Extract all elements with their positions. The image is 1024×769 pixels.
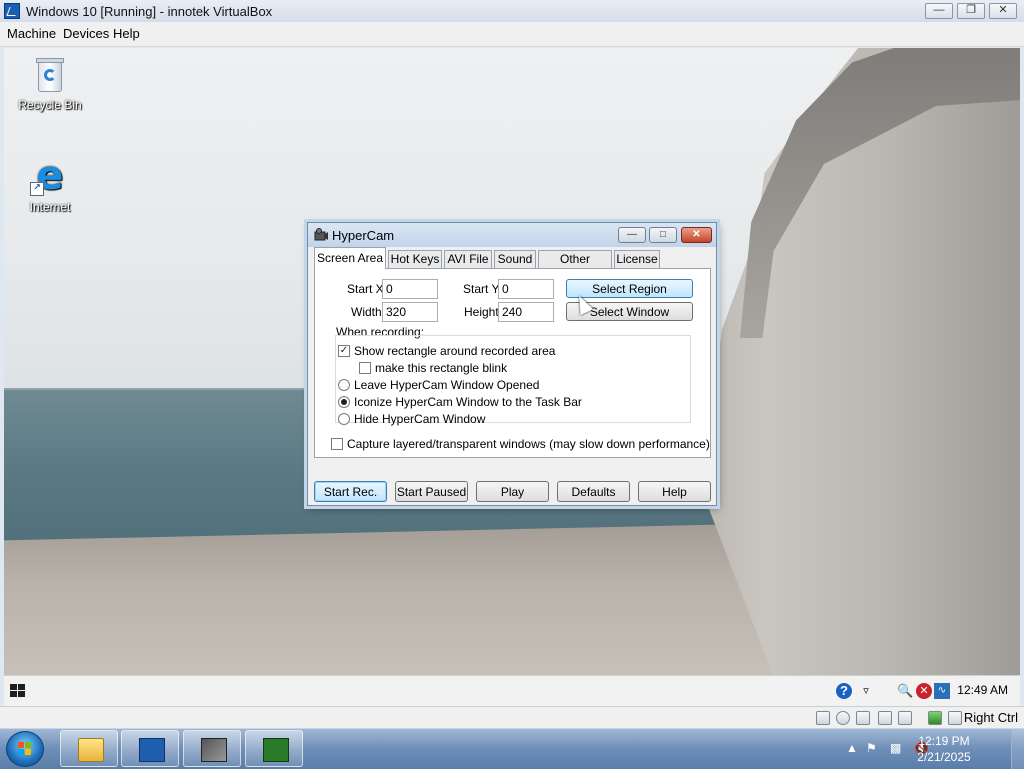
search-icon[interactable]: 🔍 <box>897 683 913 699</box>
hide-window-radio[interactable] <box>338 413 350 425</box>
start-x-input[interactable]: 0 <box>382 279 438 299</box>
windows-orb-icon[interactable] <box>6 731 44 767</box>
network-adapter-icon[interactable] <box>878 711 892 725</box>
taskbar-explorer-button[interactable] <box>60 730 118 767</box>
host-clock[interactable]: 12:19 PM 2/21/2025 <box>914 733 974 765</box>
start-rec-button[interactable]: Start Rec. <box>314 481 387 502</box>
defaults-button[interactable]: Defaults <box>557 481 630 502</box>
tab-license[interactable]: License <box>614 250 660 268</box>
host-key-label: Right Ctrl <box>963 710 1018 725</box>
host-taskbar: ▲ ⚑ ▩ 🔇 12:19 PM 2/21/2025 <box>0 728 1024 769</box>
help-button[interactable]: Help <box>638 481 711 502</box>
tab-screen-area[interactable]: Screen Area <box>314 247 386 269</box>
capture-layered-checkbox[interactable] <box>331 438 343 450</box>
keyboard-capture-icon[interactable] <box>948 711 962 725</box>
dialog-title: HyperCam <box>332 228 395 243</box>
show-rectangle-label: Show rectangle around recorded area <box>354 344 556 358</box>
virtualbox-manager-icon <box>139 738 165 762</box>
show-desktop-button[interactable] <box>1011 729 1024 769</box>
start-y-input[interactable]: 0 <box>498 279 554 299</box>
mouse-integration-icon[interactable] <box>928 711 942 725</box>
start-paused-button[interactable]: Start Paused <box>395 481 468 502</box>
hypercam-dialog: HyperCam — □ ✕ Screen Area Hot Keys AVI … <box>307 222 717 506</box>
network-icon[interactable]: ▿ <box>858 683 874 699</box>
virtualbox-statusbar: Right Ctrl <box>0 706 1024 729</box>
tab-other-options[interactable]: Other Options <box>538 250 612 283</box>
desktop-icon-internet[interactable]: e ↗ Internet <box>12 156 88 214</box>
recycle-bin-icon <box>34 54 66 94</box>
iconize-label: Iconize HyperCam Window to the Task Bar <box>354 395 582 409</box>
help-icon[interactable]: ? <box>836 683 852 699</box>
tab-avi-file[interactable]: AVI File <box>444 250 492 268</box>
play-button[interactable]: Play <box>476 481 549 502</box>
restore-button[interactable]: ❐ <box>957 3 985 19</box>
start-y-label: Start Y <box>463 282 500 296</box>
optical-drive-icon[interactable] <box>836 711 850 725</box>
virtualbox-logo-icon <box>4 3 20 19</box>
virtualbox-menubar: Machine Devices Help <box>0 22 1024 47</box>
taskbar-terminal-button[interactable] <box>245 730 303 767</box>
leave-opened-radio[interactable] <box>338 379 350 391</box>
close-button[interactable]: ✕ <box>989 3 1017 19</box>
taskbar-virtualbox-button[interactable] <box>121 730 179 767</box>
explorer-icon <box>78 738 104 762</box>
height-label: Height <box>464 305 499 319</box>
hide-window-label: Hide HyperCam Window <box>354 412 486 426</box>
dialog-minimize-button[interactable]: — <box>618 227 646 243</box>
width-label: Width <box>351 305 382 319</box>
internet-explorer-icon: e ↗ <box>30 156 70 196</box>
hypercam-icon <box>201 738 227 762</box>
show-rectangle-checkbox[interactable]: ✓ <box>338 345 350 357</box>
iconize-radio[interactable] <box>338 396 350 408</box>
desktop-icon-label: Internet <box>29 200 71 214</box>
host-date: 2/21/2025 <box>917 750 971 764</box>
windows-start-icon[interactable] <box>10 684 26 698</box>
menu-devices[interactable]: Devices <box>63 26 109 41</box>
chart-icon[interactable]: ∿ <box>934 683 950 699</box>
action-center-flag-icon[interactable]: ⚑ <box>866 741 877 755</box>
dialog-maximize-button[interactable]: □ <box>649 227 677 243</box>
guest-clock[interactable]: 12:49 AM <box>957 683 1008 697</box>
dialog-close-button[interactable]: ✕ <box>681 227 712 243</box>
shield-icon[interactable]: ✕ <box>916 683 932 699</box>
height-input[interactable]: 240 <box>498 302 554 322</box>
capture-layered-label: Capture layered/transparent windows (may… <box>347 437 710 451</box>
shared-folders-icon[interactable] <box>898 711 912 725</box>
host-time: 12:19 PM <box>918 734 970 748</box>
show-hidden-icons-icon[interactable]: ▲ <box>846 741 858 755</box>
hard-disk-icon[interactable] <box>816 711 830 725</box>
screen-area-panel: Start X 0 Start Y 0 Width 320 Height 240… <box>314 268 711 458</box>
network-tray-icon[interactable]: ▩ <box>890 741 901 755</box>
dialog-titlebar[interactable]: HyperCam — □ ✕ <box>308 223 716 247</box>
taskbar-hypercam-button[interactable] <box>183 730 241 767</box>
shortcut-arrow-icon: ↗ <box>30 182 44 196</box>
virtualbox-titlebar: Windows 10 [Running] - innotek VirtualBo… <box>0 0 1024 23</box>
hypercam-app-icon <box>314 228 328 241</box>
width-input[interactable]: 320 <box>382 302 438 322</box>
window-title: Windows 10 [Running] - innotek VirtualBo… <box>26 4 273 19</box>
tab-sound[interactable]: Sound <box>494 250 536 268</box>
blink-label: make this rectangle blink <box>375 361 508 375</box>
terminal-icon <box>263 738 289 762</box>
menu-help[interactable]: Help <box>113 26 140 41</box>
leave-opened-label: Leave HyperCam Window Opened <box>354 378 540 392</box>
desktop-icon-recycle-bin[interactable]: Recycle Bin <box>12 54 88 112</box>
desktop-icon-label: Recycle Bin <box>18 98 82 112</box>
minimize-button[interactable]: — <box>925 3 953 19</box>
menu-machine[interactable]: Machine <box>7 26 56 41</box>
floppy-icon[interactable] <box>856 711 870 725</box>
start-x-label: Start X <box>347 282 384 296</box>
guest-taskbar: ? ▿ 🔍 ✕ ∿ 12:49 AM <box>4 675 1020 706</box>
tab-hot-keys[interactable]: Hot Keys <box>388 250 442 268</box>
blink-checkbox[interactable] <box>359 362 371 374</box>
